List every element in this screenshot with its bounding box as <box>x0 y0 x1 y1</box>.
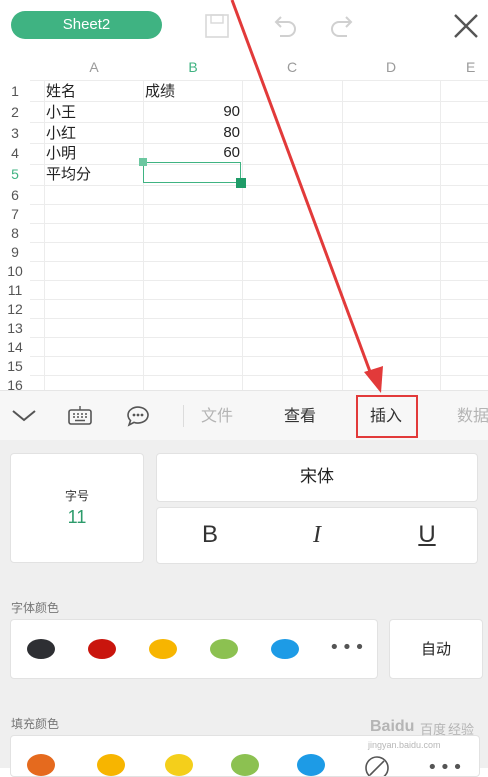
collapse-chevron-icon[interactable] <box>10 403 38 429</box>
column-header-e[interactable]: E <box>440 56 488 78</box>
row-header[interactable]: 10 <box>0 262 30 280</box>
row-header[interactable]: 8 <box>0 224 30 242</box>
more-fill-colors-button[interactable]: ••• <box>427 754 463 776</box>
cell-a4[interactable]: 小明 <box>46 144 76 162</box>
bold-button[interactable]: B <box>190 516 230 554</box>
watermark-cn: 百度 <box>420 722 447 737</box>
no-fill-icon[interactable] <box>363 754 391 776</box>
grid-line <box>30 299 488 300</box>
grid-line <box>30 164 488 165</box>
watermark-brand: Baidu <box>370 718 415 735</box>
color-swatch-red[interactable] <box>88 639 116 659</box>
selection-handle-bottom-right[interactable] <box>236 178 246 188</box>
grid-line <box>440 80 441 390</box>
fill-swatch-orange[interactable] <box>27 754 55 776</box>
grid-line <box>30 318 488 319</box>
toolbar-divider <box>183 405 184 427</box>
grid-line <box>30 242 488 243</box>
row-header[interactable]: 6 <box>0 186 30 204</box>
font-size-value: 11 <box>67 507 87 527</box>
row-header[interactable]: 11 <box>0 281 30 299</box>
row-header[interactable]: 1 <box>0 82 30 100</box>
grid-line <box>30 101 488 102</box>
row-header[interactable]: 15 <box>0 357 30 375</box>
close-icon[interactable] <box>450 10 482 42</box>
grid-line <box>30 375 488 376</box>
cell-b3[interactable]: 80 <box>143 124 240 142</box>
grid-line <box>30 204 488 205</box>
cell-b4[interactable]: 60 <box>143 144 240 162</box>
save-icon[interactable] <box>201 10 233 42</box>
font-size-label: 字号 <box>64 489 89 503</box>
keyboard-icon[interactable] <box>66 403 94 429</box>
row-header[interactable]: 5 <box>0 165 30 183</box>
grid-line <box>342 80 343 390</box>
cell-b2[interactable]: 90 <box>143 103 240 121</box>
grid-line <box>30 122 488 123</box>
column-header-a[interactable]: A <box>44 56 144 78</box>
font-color-row: ••• <box>10 619 378 679</box>
menu-file[interactable]: 文件 <box>201 405 233 427</box>
fill-swatch-blue[interactable] <box>297 754 325 776</box>
row-header[interactable]: 9 <box>0 243 30 261</box>
fill-swatch-yellow[interactable] <box>165 754 193 776</box>
cell-a5[interactable]: 平均分 <box>46 165 91 183</box>
cell-a3[interactable]: 小红 <box>46 124 76 142</box>
row-header[interactable]: 7 <box>0 205 30 223</box>
column-header-c[interactable]: C <box>242 56 342 78</box>
baidu-jingyan-watermark: Baidu 百度 经验 jingyan.baidu.com <box>368 714 480 754</box>
grid-line <box>30 80 488 81</box>
row-header[interactable]: 2 <box>0 103 30 121</box>
selected-cell-b5[interactable] <box>143 162 241 183</box>
menu-data[interactable]: 数据 <box>457 405 488 427</box>
color-swatch-black[interactable] <box>27 639 55 659</box>
voice-chat-icon[interactable] <box>124 403 152 429</box>
column-header-b[interactable]: B <box>144 56 242 78</box>
row-header[interactable]: 3 <box>0 124 30 142</box>
grid-line <box>30 261 488 262</box>
font-name-button[interactable]: 宋体 <box>156 453 478 502</box>
color-swatch-blue[interactable] <box>271 639 299 659</box>
redo-icon[interactable] <box>327 10 359 42</box>
color-swatch-yellow[interactable] <box>149 639 177 659</box>
more-colors-button[interactable]: ••• <box>329 634 365 662</box>
row-header[interactable]: 16 <box>0 376 30 390</box>
row-header[interactable]: 12 <box>0 300 30 318</box>
undo-icon[interactable] <box>268 10 300 42</box>
cell-b1[interactable]: 成绩 <box>145 82 175 100</box>
row-header[interactable]: 14 <box>0 338 30 356</box>
row-header[interactable]: 13 <box>0 319 30 337</box>
watermark-sub: 经验 <box>448 722 475 737</box>
watermark-url: jingyan.baidu.com <box>368 740 441 750</box>
grid-line <box>242 80 243 390</box>
italic-button[interactable]: I <box>297 516 337 554</box>
grid-line <box>44 80 45 390</box>
underline-button[interactable]: U <box>407 516 447 554</box>
fill-color-label: 填充颜色 <box>11 717 60 731</box>
selection-handle-top-left[interactable] <box>139 158 147 166</box>
top-bar: Sheet2 <box>0 0 488 52</box>
color-swatch-green[interactable] <box>210 639 238 659</box>
auto-color-button[interactable]: 自动 <box>389 619 483 679</box>
cell-a1[interactable]: 姓名 <box>46 82 76 100</box>
menu-view[interactable]: 查看 <box>284 405 316 427</box>
sheet-tab[interactable]: Sheet2 <box>11 11 162 39</box>
insert-highlight-box <box>356 395 418 438</box>
spreadsheet-grid[interactable]: A B C D E 1 2 3 4 5 6 7 8 9 10 11 12 13 … <box>0 52 488 390</box>
grid-line <box>30 356 488 357</box>
fill-swatch-green[interactable] <box>231 754 259 776</box>
text-style-group: B I U <box>156 507 478 564</box>
grid-line <box>30 280 488 281</box>
grid-line <box>30 223 488 224</box>
grid-line <box>30 143 488 144</box>
fill-swatch-amber[interactable] <box>97 754 125 776</box>
cell-a2[interactable]: 小王 <box>46 103 76 121</box>
grid-line <box>30 337 488 338</box>
font-color-label: 字体颜色 <box>11 601 60 615</box>
font-size-button[interactable]: 字号 11 <box>10 453 144 563</box>
row-header[interactable]: 4 <box>0 144 30 162</box>
grid-line <box>30 185 488 186</box>
column-header-d[interactable]: D <box>342 56 440 78</box>
